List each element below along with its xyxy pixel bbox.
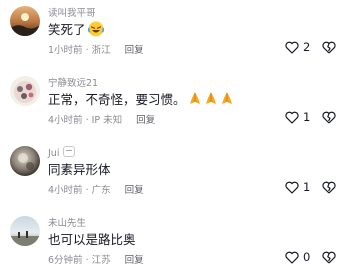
comment-meta: 1小时前 · 浙江 回复: [48, 42, 144, 56]
comment-text: 也可以是路比奥: [48, 229, 136, 248]
time-location: 4小时前 · IP 未知: [48, 115, 123, 126]
like-count: 1: [303, 110, 311, 124]
reply-button[interactable]: 回复: [125, 182, 144, 196]
dislike-button[interactable]: [322, 180, 336, 195]
heart-icon: [285, 111, 299, 124]
like-button[interactable]: 1: [285, 180, 310, 194]
username[interactable]: 未山先生: [48, 215, 86, 229]
reply-button[interactable]: 回复: [136, 112, 155, 126]
comment-text-body: 笑死了: [48, 22, 86, 37]
heart-icon: [285, 181, 299, 194]
like-button[interactable]: 1: [285, 110, 310, 124]
comment-text: 同素异形体: [48, 159, 111, 178]
username: Jui: [48, 145, 76, 159]
comment-text-body: 同素异形体: [48, 162, 111, 177]
broken-heart-icon: [322, 111, 336, 124]
broken-heart-icon: [322, 181, 336, 194]
like-count: 0: [303, 250, 311, 264]
heart-icon: [285, 41, 299, 54]
comment-text-body: 正常，不奇怪，要习惯。: [48, 92, 186, 107]
avatar[interactable]: [10, 76, 40, 106]
like-button[interactable]: 0: [285, 250, 310, 264]
username[interactable]: 宁静致远21: [48, 75, 98, 89]
like-button[interactable]: 2: [285, 40, 310, 54]
comment-meta: 4小时前 · IP 未知 回复: [48, 112, 155, 126]
username-text[interactable]: Jui: [48, 148, 59, 159]
comment-item: Jui 同素异形体 4小时前 · 广东 回复 1: [0, 142, 345, 210]
avatar[interactable]: [10, 146, 40, 176]
broken-heart-icon: [322, 41, 336, 54]
comment-text-body: 也可以是路比奥: [48, 232, 136, 247]
like-count: 2: [303, 40, 311, 54]
praying-hands-emoji-icon: [188, 91, 236, 106]
dislike-button[interactable]: [322, 110, 336, 125]
comment-item: 宁静致远21 正常，不奇怪，要习惯。 4小时前 · IP 未知 回复 1: [0, 72, 345, 140]
user-badge-icon: [63, 146, 76, 157]
reply-button[interactable]: 回复: [125, 42, 144, 56]
avatar[interactable]: [10, 6, 40, 36]
heart-icon: [285, 251, 299, 264]
time-location: 1小时前 · 浙江: [48, 45, 111, 56]
comment-meta: 4小时前 · 广东 回复: [48, 182, 144, 196]
comment-meta: 6分钟前 · 江苏 回复: [48, 252, 144, 266]
comment-text: 正常，不奇怪，要习惯。: [48, 89, 236, 108]
time-location: 4小时前 · 广东: [48, 185, 111, 196]
comment-item: 未山先生 也可以是路比奥 6分钟前 · 江苏 回复 0: [0, 212, 345, 280]
dislike-button[interactable]: [322, 250, 336, 265]
dislike-button[interactable]: [322, 40, 336, 55]
comment-item: 读叫我平哥 笑死了 1小时前 · 浙江 回复 2: [0, 2, 345, 70]
broken-heart-icon: [322, 251, 336, 264]
avatar[interactable]: [10, 216, 40, 246]
username[interactable]: 读叫我平哥: [48, 5, 96, 19]
time-location: 6分钟前 · 江苏: [48, 255, 111, 266]
comment-text: 笑死了: [48, 19, 104, 38]
like-count: 1: [303, 180, 311, 194]
reply-button[interactable]: 回复: [125, 252, 144, 266]
laughing-face-emoji-icon: [87, 21, 104, 37]
